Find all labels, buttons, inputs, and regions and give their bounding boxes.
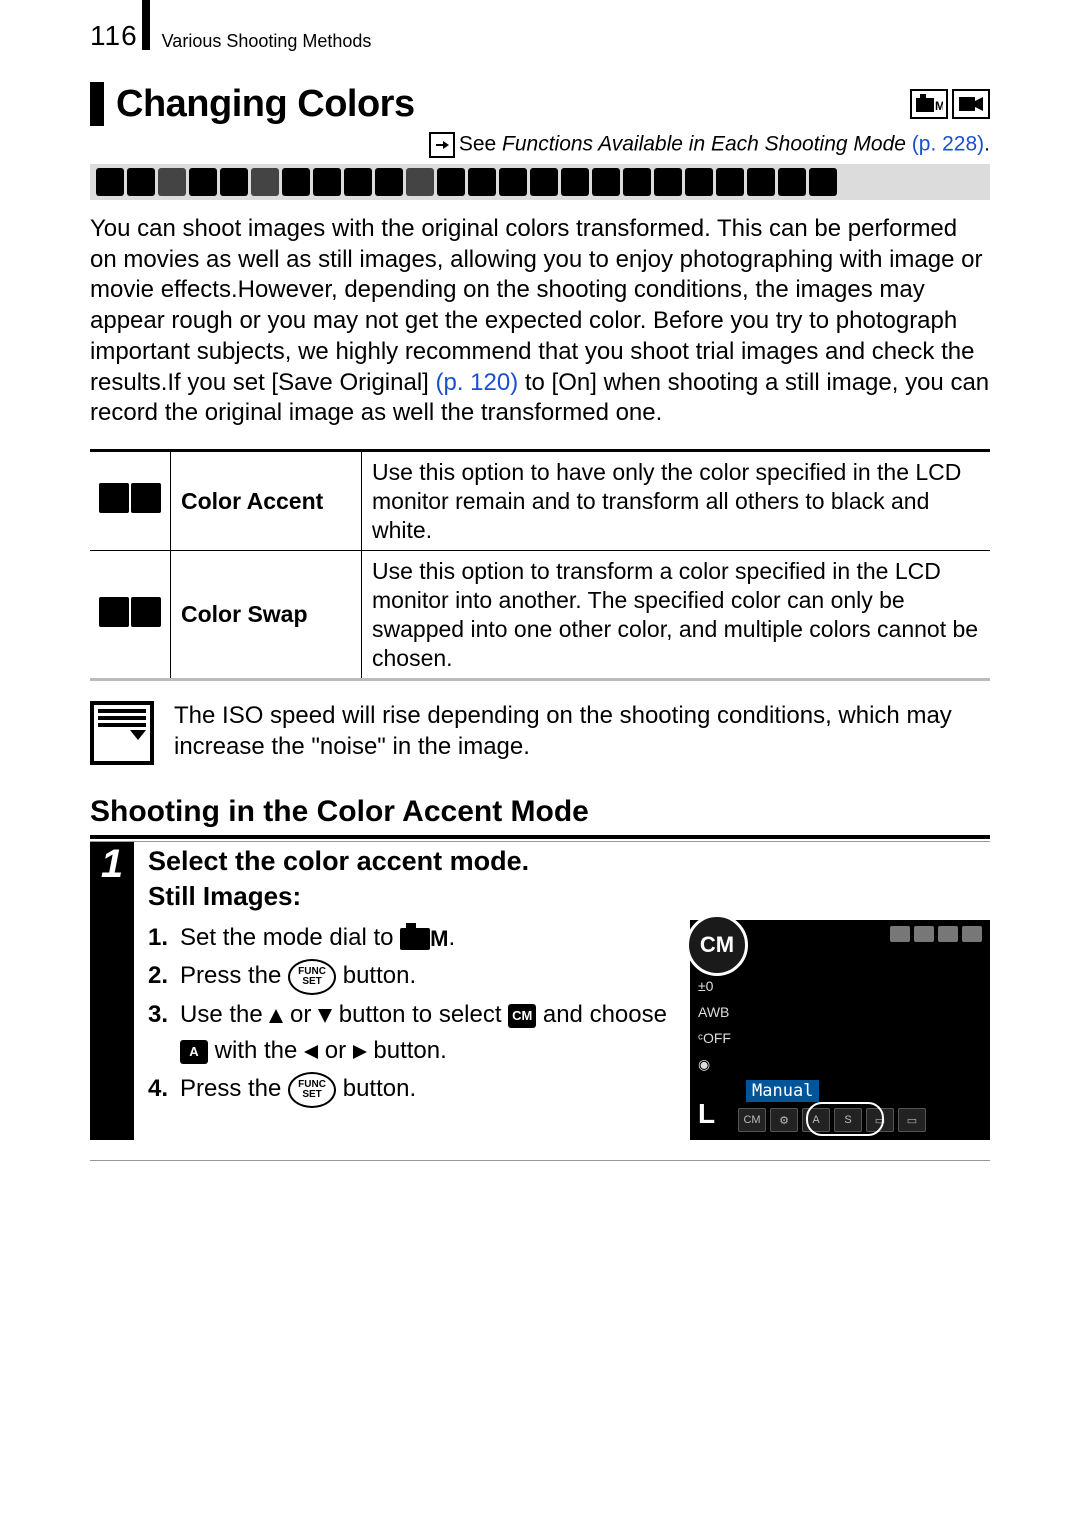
- mode-icon: [778, 168, 806, 196]
- down-arrow-icon: [318, 1009, 332, 1023]
- mode-icon: [344, 168, 372, 196]
- mode-label: Color Accent: [171, 451, 362, 551]
- step-title: Select the color accent mode.: [148, 846, 990, 877]
- mode-icon: [313, 168, 341, 196]
- color-swap-photo-icon: [99, 597, 129, 627]
- see-reference-line: See Functions Available in Each Shooting…: [90, 132, 990, 158]
- table-row: Color Swap Use this option to transform …: [90, 551, 990, 680]
- step-subtitle: Still Images:: [148, 881, 990, 912]
- mode-icon: [468, 168, 496, 196]
- step-number: 1: [90, 842, 134, 1140]
- lcd-status-icons: [890, 926, 982, 942]
- right-arrow-icon: [353, 1045, 367, 1059]
- title-accent-bar: [90, 82, 104, 126]
- lcd-mode-dial-icon: CM: [686, 914, 748, 976]
- lcd-preview: CM ±0 AWB ᶜOFF ◉ Man: [690, 920, 990, 1140]
- mode-icon: [685, 168, 713, 196]
- mode-icon: [220, 168, 248, 196]
- mode-icon: [437, 168, 465, 196]
- list-item: 2. Press the FUNCSET button.: [148, 958, 680, 995]
- mode-icon: [251, 168, 279, 196]
- up-arrow-icon: [269, 1009, 283, 1023]
- mode-icon: [561, 168, 589, 196]
- mode-label: Color Swap: [171, 551, 362, 680]
- mode-icon: [747, 168, 775, 196]
- camera-m-icon: M: [400, 922, 448, 955]
- instruction-list: 1. Set the mode dial to M. 2. Press the …: [148, 920, 680, 1109]
- color-swap-movie-icon: [131, 597, 161, 627]
- note-icon: [90, 701, 154, 765]
- list-item: 3. Use the or button to select CM and ch…: [148, 997, 680, 1069]
- mode-description: Use this option to have only the color s…: [362, 451, 991, 551]
- mode-icon: [716, 168, 744, 196]
- mode-icon: [96, 168, 124, 196]
- mode-icon: [127, 168, 155, 196]
- mode-icon: [158, 168, 186, 196]
- divider: [90, 835, 990, 839]
- mode-icon: [375, 168, 403, 196]
- drive-icon: ᶜOFF: [698, 1030, 731, 1050]
- page-title: Changing Colors: [116, 83, 415, 126]
- footer-divider: [90, 1160, 990, 1161]
- mode-icon: [809, 168, 837, 196]
- mode-icon: [654, 168, 682, 196]
- lcd-left-column: ±0 AWB ᶜOFF ◉: [698, 978, 731, 1076]
- mode-icon: [499, 168, 527, 196]
- frame-icon: [938, 926, 958, 942]
- mode-indicator-icons: M: [910, 89, 990, 119]
- shooting-mode-strip: [90, 164, 990, 200]
- mode-icon: [530, 168, 558, 196]
- mode-icon: [623, 168, 651, 196]
- subheading: Shooting in the Color Accent Mode: [90, 795, 990, 829]
- camera-manual-icon: M: [910, 89, 948, 119]
- table-row: Color Accent Use this option to have onl…: [90, 451, 990, 551]
- lcd-mode-label: Manual: [746, 1080, 819, 1102]
- intro-paragraph: You can shoot images with the original c…: [90, 214, 990, 429]
- svg-text:M: M: [935, 99, 943, 113]
- left-arrow-icon: [304, 1045, 318, 1059]
- page-reference-link[interactable]: (p. 228): [912, 133, 984, 156]
- page-header: 116 Various Shooting Methods: [90, 20, 990, 52]
- mode-icon: [592, 168, 620, 196]
- color-modes-table: Color Accent Use this option to have onl…: [90, 449, 990, 681]
- exposure-icon: ±0: [698, 978, 731, 998]
- color-accent-movie-icon: [131, 483, 161, 513]
- metering-icon: ◉: [698, 1056, 731, 1076]
- lcd-mode-option: ⚙: [770, 1108, 798, 1132]
- step-block: 1 Select the color accent mode. Still Im…: [90, 842, 990, 1140]
- mode-icons-cell: [90, 551, 171, 680]
- lcd-selection-ring: [806, 1102, 884, 1136]
- lcd-mode-option: CM: [738, 1108, 766, 1132]
- page-number-bar: [142, 0, 150, 50]
- note-text: The ISO speed will rise depending on the…: [174, 701, 990, 762]
- mode-icon: [189, 168, 217, 196]
- iso-icon: [890, 926, 910, 942]
- mode-icons-cell: [90, 451, 171, 551]
- section-name: Various Shooting Methods: [162, 31, 372, 52]
- lcd-mode-option: ▭: [898, 1108, 926, 1132]
- awb-icon: AWB: [698, 1004, 731, 1024]
- list-item: 1. Set the mode dial to M.: [148, 920, 680, 956]
- page-number: 116: [90, 20, 138, 52]
- movie-icon: [952, 89, 990, 119]
- color-accent-photo-icon: [99, 483, 129, 513]
- func-set-button-icon: FUNCSET: [288, 1072, 336, 1108]
- timer-icon: [962, 926, 982, 942]
- arrow-icon: [429, 132, 455, 158]
- page-reference-link[interactable]: (p. 120): [435, 369, 518, 396]
- lcd-size-label: L: [698, 1098, 715, 1130]
- func-set-button-icon: FUNCSET: [288, 959, 336, 995]
- mode-description: Use this option to transform a color spe…: [362, 551, 991, 680]
- cm-mode-icon: CM: [508, 1004, 536, 1028]
- flash-icon: [914, 926, 934, 942]
- mode-icon: [406, 168, 434, 196]
- note-block: The ISO speed will rise depending on the…: [90, 701, 990, 765]
- list-item: 4. Press the FUNCSET button.: [148, 1071, 680, 1108]
- color-accent-mode-icon: A: [180, 1040, 208, 1064]
- mode-icon: [282, 168, 310, 196]
